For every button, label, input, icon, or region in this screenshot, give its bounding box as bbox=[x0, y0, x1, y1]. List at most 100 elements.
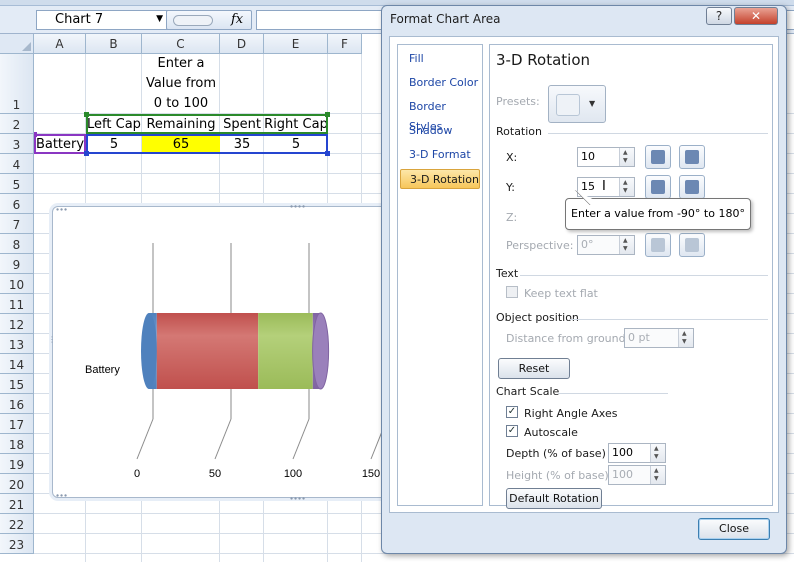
select-all-button[interactable] bbox=[0, 34, 34, 54]
row-header-17[interactable]: 17 bbox=[0, 414, 34, 434]
distance-field[interactable]: 0 pt ▲ ▼ bbox=[624, 328, 694, 348]
row-header-4[interactable]: 4 bbox=[0, 154, 34, 174]
spinner-arrows-icon[interactable]: ▲ ▼ bbox=[678, 329, 693, 347]
nav-border-styles[interactable]: Border Styles bbox=[400, 97, 480, 133]
row-header-20[interactable]: 20 bbox=[0, 474, 34, 494]
perspective-label: Perspective: bbox=[506, 239, 574, 252]
widen-field-icon[interactable] bbox=[679, 233, 705, 257]
name-box-value: Chart 7 bbox=[55, 12, 104, 27]
autoscale-label: Autoscale bbox=[524, 426, 578, 439]
spinner-arrows-icon[interactable]: ▲ ▼ bbox=[619, 178, 634, 196]
rotate-up-shape bbox=[651, 180, 665, 194]
widen-field-shape bbox=[685, 238, 699, 252]
category-nav: Fill Border Color Border Styles Shadow 3… bbox=[397, 44, 483, 506]
row-header-7[interactable]: 7 bbox=[0, 214, 34, 234]
row-header-23[interactable]: 23 bbox=[0, 534, 34, 554]
text-section-label: Text bbox=[496, 267, 519, 280]
rotate-right-icon[interactable] bbox=[679, 145, 705, 169]
rotate-down-shape bbox=[685, 180, 699, 194]
column-header-c[interactable]: C bbox=[142, 34, 220, 54]
splitter-handle-icon[interactable] bbox=[173, 15, 213, 26]
tooltip: Enter a value from -90° to 180° bbox=[565, 198, 751, 230]
keep-text-flat-checkbox[interactable] bbox=[506, 286, 518, 298]
spinner-arrows-icon[interactable]: ▲ ▼ bbox=[650, 466, 665, 484]
row-header-9[interactable]: 9 bbox=[0, 254, 34, 274]
right-angle-axes-label: Right Angle Axes bbox=[524, 407, 618, 420]
chevron-down-icon[interactable]: ▼ bbox=[156, 14, 163, 24]
row-header-3[interactable]: 3 bbox=[0, 134, 34, 154]
row-header-1[interactable]: 1 bbox=[0, 54, 34, 114]
range-handle[interactable] bbox=[84, 112, 89, 117]
row-header-15[interactable]: 15 bbox=[0, 374, 34, 394]
reset-button[interactable]: Reset bbox=[498, 358, 570, 379]
close-icon[interactable]: ✕ bbox=[734, 7, 778, 25]
help-button[interactable]: ? bbox=[706, 7, 732, 25]
row-header-11[interactable]: 11 bbox=[0, 294, 34, 314]
bar-segment-spent bbox=[258, 313, 313, 389]
preset-preview-icon bbox=[556, 94, 580, 116]
row-header-21[interactable]: 21 bbox=[0, 494, 34, 514]
close-button[interactable]: Close bbox=[698, 518, 770, 540]
rotate-left-icon[interactable] bbox=[645, 145, 671, 169]
format-chart-area-dialog: Format Chart Area ? ✕ Fill Border Color … bbox=[381, 5, 787, 554]
x-rotation-field[interactable]: 10 ▲ ▼ bbox=[577, 147, 635, 167]
nav-3d-rotation[interactable]: 3-D Rotation bbox=[400, 169, 480, 189]
row-header-18[interactable]: 18 bbox=[0, 434, 34, 454]
row-header-5[interactable]: 5 bbox=[0, 174, 34, 194]
chart-scale-label: Chart Scale bbox=[496, 385, 560, 398]
chart-area[interactable]: ∙∙∙ ∙∙∙∙ ∙∙∙∙ ⋮ ∙∙∙ 0 50 100 150 Battery bbox=[48, 202, 392, 503]
dialog-body: Fill Border Color Border Styles Shadow 3… bbox=[389, 36, 779, 513]
rotation-panel: 3-D Rotation Presets: ▼ Rotation X: 10 ▲… bbox=[489, 44, 773, 509]
x-tick-label: 100 bbox=[284, 468, 302, 480]
divider bbox=[558, 393, 668, 394]
row-header-19[interactable]: 19 bbox=[0, 454, 34, 474]
depth-field[interactable]: 100 ▲ ▼ bbox=[608, 443, 666, 463]
narrow-field-icon[interactable] bbox=[645, 233, 671, 257]
row-header-14[interactable]: 14 bbox=[0, 354, 34, 374]
column-header-d[interactable]: D bbox=[220, 34, 264, 54]
row-header-12[interactable]: 12 bbox=[0, 314, 34, 334]
nav-shadow[interactable]: Shadow bbox=[400, 121, 480, 141]
chevron-down-icon: ▼ bbox=[589, 99, 596, 108]
category-label: Battery bbox=[85, 364, 120, 376]
gridline bbox=[214, 418, 232, 460]
rotate-down-icon[interactable] bbox=[679, 175, 705, 199]
column-header-e[interactable]: E bbox=[264, 34, 328, 54]
spinner-arrows-icon[interactable]: ▲ ▼ bbox=[619, 148, 634, 166]
right-angle-axes-checkbox[interactable]: ✓ bbox=[506, 406, 518, 418]
column-header-a[interactable]: A bbox=[34, 34, 86, 54]
column-header-f[interactable]: F bbox=[328, 34, 362, 54]
x-rotation-value: 10 bbox=[581, 150, 595, 163]
y-rotation-field[interactable]: 15 I ▲ ▼ bbox=[577, 177, 635, 197]
row-header-2[interactable]: 2 bbox=[0, 114, 34, 134]
perspective-field[interactable]: 0° ▲ ▼ bbox=[577, 235, 635, 255]
bar-segment-remaining bbox=[156, 313, 259, 389]
insert-function-icon[interactable]: fx bbox=[231, 12, 243, 27]
autoscale-checkbox[interactable]: ✓ bbox=[506, 425, 518, 437]
row-header-13[interactable]: 13 bbox=[0, 334, 34, 354]
row-header-10[interactable]: 10 bbox=[0, 274, 34, 294]
row-header-22[interactable]: 22 bbox=[0, 514, 34, 534]
range-handle[interactable] bbox=[84, 151, 89, 156]
spinner-arrows-icon[interactable]: ▲ ▼ bbox=[619, 236, 634, 254]
nav-fill[interactable]: Fill bbox=[400, 49, 480, 69]
divider bbox=[520, 275, 768, 276]
column-header-b[interactable]: B bbox=[86, 34, 142, 54]
row-header-16[interactable]: 16 bbox=[0, 394, 34, 414]
x-tick-label: 50 bbox=[209, 468, 221, 480]
row-header-6[interactable]: 6 bbox=[0, 194, 34, 214]
spinner-arrows-icon[interactable]: ▲ ▼ bbox=[650, 444, 665, 462]
row-header-8[interactable]: 8 bbox=[0, 234, 34, 254]
name-box[interactable]: Chart 7 ▼ bbox=[36, 10, 168, 30]
range-handle[interactable] bbox=[325, 112, 330, 117]
height-field[interactable]: 100 ▲ ▼ bbox=[608, 465, 666, 485]
presets-dropdown[interactable]: ▼ bbox=[548, 85, 606, 123]
range-handle[interactable] bbox=[325, 151, 330, 156]
nav-3d-format[interactable]: 3-D Format bbox=[400, 145, 480, 165]
bar-cap-right bbox=[312, 312, 330, 390]
cell-c1-line: Enter a bbox=[157, 56, 205, 71]
rotate-up-icon[interactable] bbox=[645, 175, 671, 199]
nav-border-color[interactable]: Border Color bbox=[400, 73, 480, 93]
cell-c1[interactable]: Enter a Value from 0 to 100 bbox=[142, 54, 220, 114]
default-rotation-button[interactable]: Default Rotation bbox=[506, 488, 602, 509]
